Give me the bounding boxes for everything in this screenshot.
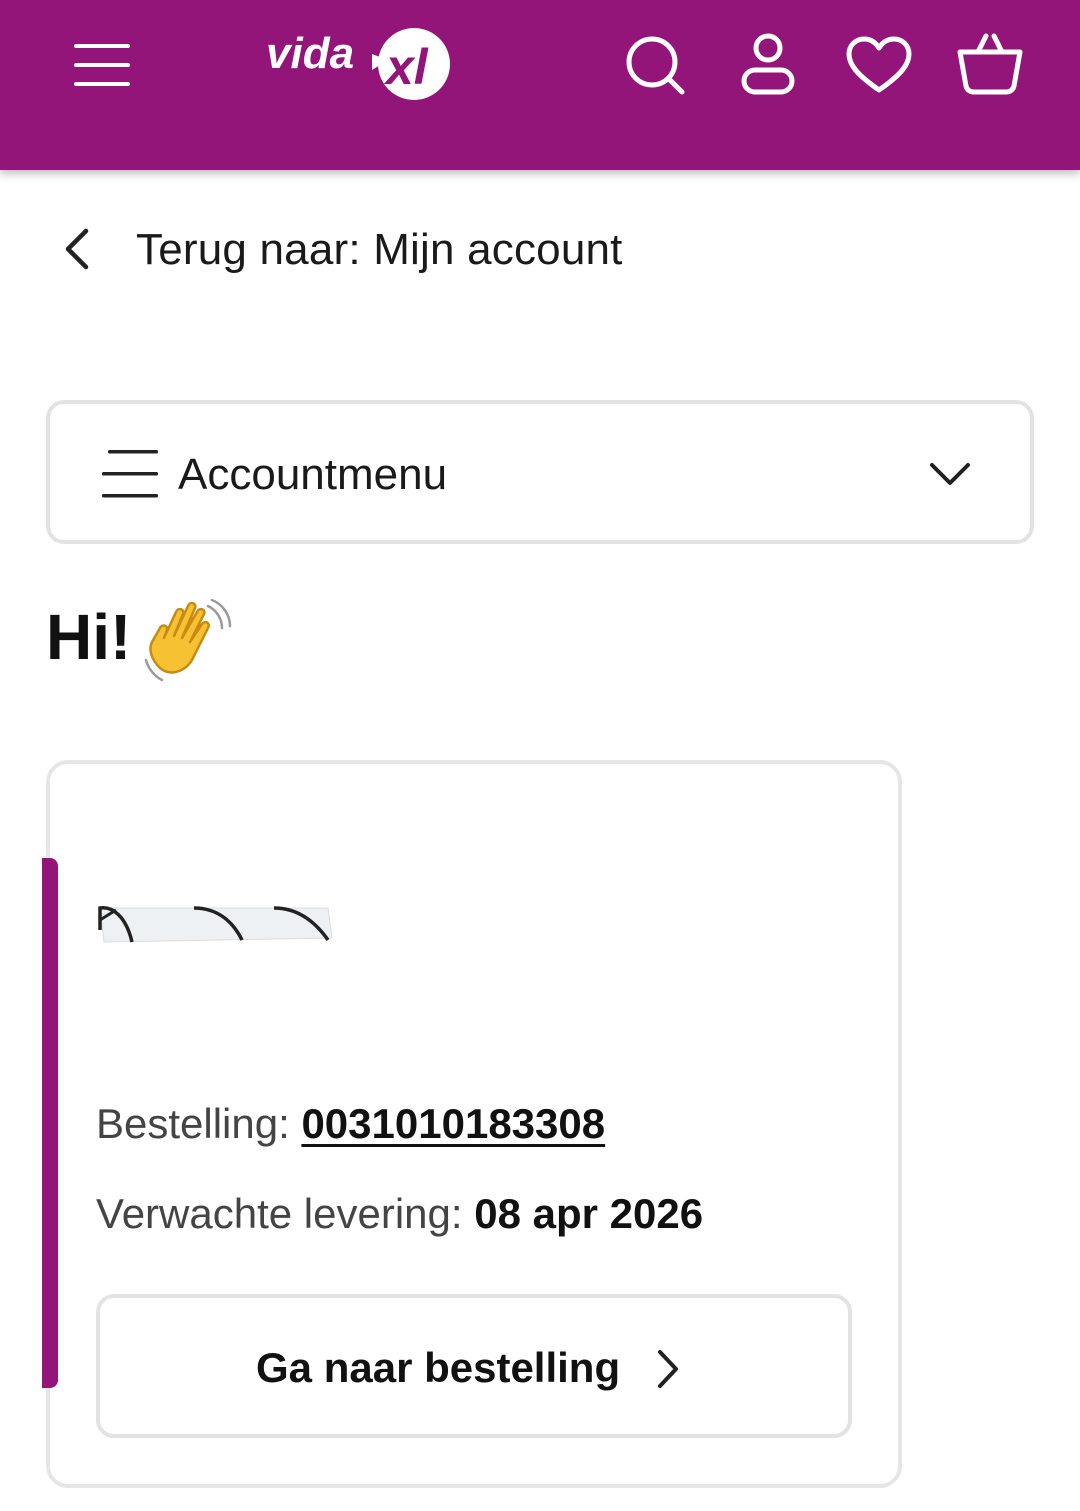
expected-delivery-label: Verwachte levering: — [96, 1190, 475, 1237]
expected-delivery-row: Verwachte levering: 08 apr 2026 — [96, 1190, 703, 1238]
svg-text:vida: vida — [266, 29, 354, 78]
chevron-left-icon — [65, 228, 89, 270]
waving-hand-icon — [144, 598, 232, 682]
order-number-link[interactable]: 0031010183308 — [301, 1100, 605, 1147]
heart-icon[interactable] — [846, 36, 912, 94]
list-menu-icon — [102, 450, 158, 498]
svg-text:xl: xl — [383, 39, 429, 95]
greeting-heading: Hi! — [46, 601, 132, 673]
back-link-label: Terug naar: Mijn account — [136, 225, 623, 274]
expected-delivery-date: 08 apr 2026 — [474, 1190, 704, 1237]
top-header: vida xl — [0, 0, 1080, 170]
order-card-accent — [42, 858, 58, 1388]
chevron-right-icon — [658, 1350, 678, 1388]
account-menu-dropdown[interactable]: Accountmenu — [46, 400, 1034, 544]
go-to-order-button[interactable]: Ga naar bestelling — [96, 1294, 852, 1438]
search-icon[interactable] — [624, 34, 688, 98]
menu-icon[interactable] — [72, 42, 132, 88]
product-thumbnail[interactable] — [96, 900, 336, 948]
order-number-label: Bestelling: — [96, 1100, 302, 1147]
basket-icon[interactable] — [956, 30, 1024, 96]
chevron-down-icon — [930, 463, 970, 485]
back-to-account-link[interactable]: Terug naar: Mijn account — [0, 205, 1080, 295]
account-menu-label: Accountmenu — [178, 450, 448, 499]
order-number-row: Bestelling: 0031010183308 — [96, 1100, 605, 1148]
go-to-order-label: Ga naar bestelling — [256, 1344, 621, 1391]
brand-logo[interactable]: vida xl — [262, 18, 458, 110]
user-icon[interactable] — [740, 32, 796, 96]
